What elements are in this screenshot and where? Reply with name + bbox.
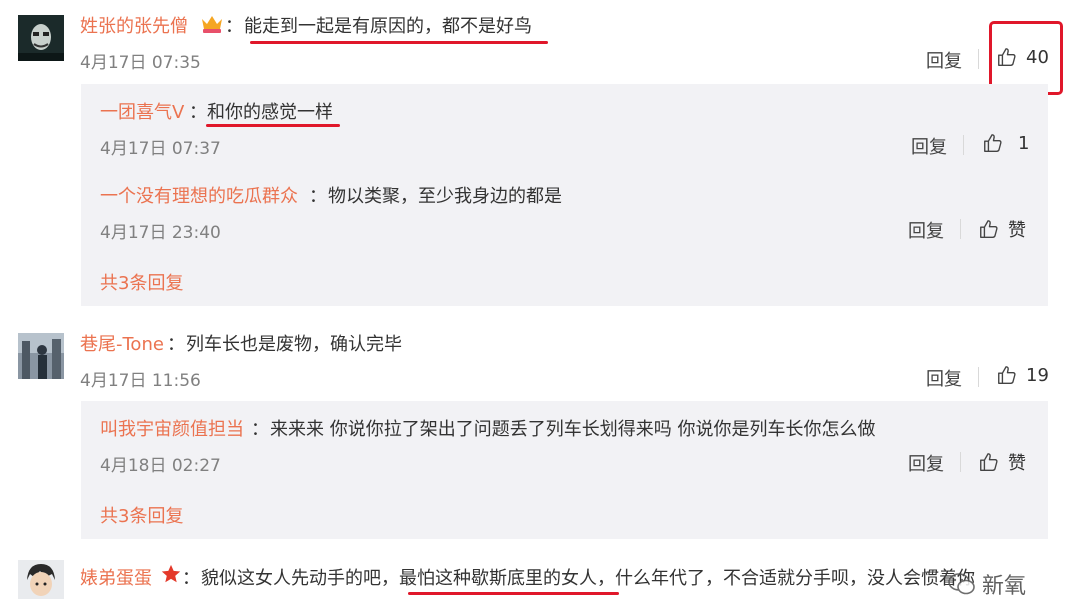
like-button[interactable]: 赞: [978, 449, 1026, 475]
like-label: 赞: [1008, 453, 1026, 474]
divider: [978, 49, 979, 69]
comment-time: 4月17日 11:56: [80, 371, 201, 391]
more-replies-link[interactable]: 共3条回复: [100, 269, 183, 295]
reply-text: 和你的感觉一样: [207, 102, 333, 123]
avatar[interactable]: [18, 15, 64, 61]
wechat-icon: [948, 573, 975, 595]
comment-text: 列车长也是废物，确认完毕: [186, 334, 402, 355]
thumbs-up-icon: [980, 220, 998, 238]
reply-button[interactable]: 回复: [908, 450, 944, 476]
thumbs-up-icon: [984, 134, 1002, 152]
divider: [960, 452, 961, 472]
more-replies-link[interactable]: 共3条回复: [100, 502, 183, 528]
comment-username[interactable]: 巷尾-Tone: [80, 330, 164, 356]
reply-button[interactable]: 回复: [908, 217, 944, 243]
reply-separator: ：: [189, 102, 207, 123]
avatar[interactable]: [18, 333, 64, 379]
reply-text: 来来来 你说你拉了架出了问题丢了列车长划得来吗 你说你是列车长你怎么做: [270, 419, 876, 440]
wechat-watermark: 新氧: [948, 568, 1026, 600]
comment-time: 4月17日 07:35: [80, 53, 201, 73]
like-count: 19: [1026, 364, 1049, 386]
reply-text: 物以类聚，至少我身边的都是: [328, 186, 562, 207]
annotation-underline: [250, 41, 548, 44]
reply-separator: ：: [309, 186, 327, 207]
like-count: 1: [1018, 132, 1030, 154]
reply-separator: ：: [251, 419, 269, 440]
reply-button[interactable]: 回复: [926, 47, 962, 73]
like-label: 赞: [1008, 220, 1026, 241]
star-badge-icon: [160, 563, 182, 585]
thumbs-up-icon: [998, 366, 1016, 384]
crown-badge-icon: [200, 13, 224, 35]
comment-username[interactable]: 婊弟蛋蛋: [80, 564, 152, 590]
like-button[interactable]: 赞: [978, 216, 1026, 242]
reply-username[interactable]: 一团喜气V: [100, 98, 184, 124]
comment-username[interactable]: 姓张的张先僧: [80, 12, 188, 38]
comment-separator: ：: [182, 568, 200, 589]
like-button[interactable]: 1: [982, 132, 1029, 154]
like-button[interactable]: 19: [996, 364, 1049, 386]
reply-time: 4月17日 23:40: [100, 223, 221, 243]
reply-username[interactable]: 叫我宇宙颜值担当: [100, 415, 244, 441]
comment-text: 能走到一起是有原因的，都不是好鸟: [244, 16, 532, 37]
thumbs-up-icon: [980, 453, 998, 471]
reply-time: 4月18日 02:27: [100, 456, 221, 476]
reply-button[interactable]: 回复: [926, 365, 962, 391]
reply-button[interactable]: 回复: [911, 133, 947, 159]
divider: [963, 135, 964, 155]
avatar[interactable]: [18, 560, 64, 599]
comment-separator: ：: [167, 334, 185, 355]
reply-username[interactable]: 一个没有理想的吃瓜群众: [100, 182, 298, 208]
comment-separator: ：: [225, 16, 243, 37]
annotation-underline: [408, 592, 619, 595]
watermark-text: 新氧: [982, 574, 1027, 599]
comment-text: 貌似这女人先动手的吧，最怕这种歇斯底里的女人，什么年代了，不合适就分手呗，没人会…: [201, 568, 975, 589]
divider: [960, 219, 961, 239]
annotation-underline: [206, 124, 340, 127]
divider: [978, 367, 979, 387]
reply-time: 4月17日 07:37: [100, 139, 221, 159]
